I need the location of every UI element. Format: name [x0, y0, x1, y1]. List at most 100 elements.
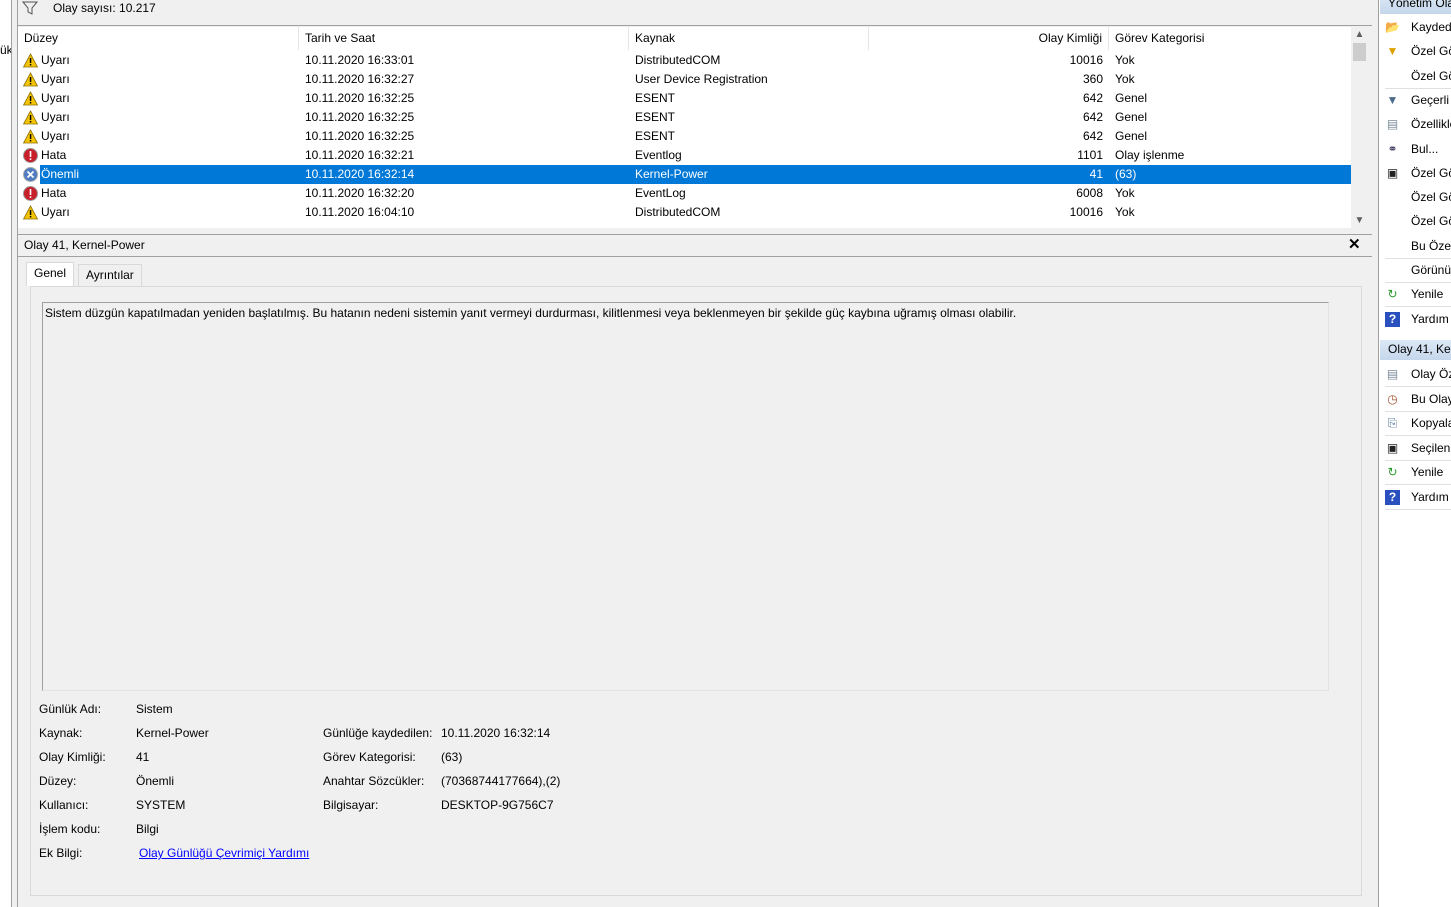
action-item[interactable]: ↻ Yenile [1379, 282, 1451, 306]
cell-task-category: Yok [1115, 53, 1135, 67]
task-clock-icon: ◷ [1387, 391, 1398, 406]
action-label: Yenile [1411, 287, 1444, 302]
action-label: Geçerli G [1411, 92, 1451, 107]
cell-source: Eventlog [635, 148, 682, 162]
action-label: Bul... [1411, 141, 1439, 156]
action-item[interactable]: ◷ Bu Olay [1379, 387, 1451, 411]
copy-icon: ⎘ [1387, 416, 1398, 430]
table-row[interactable]: Hata 10.11.2020 16:32:21 Eventlog 1101 Olay … [18, 146, 1351, 165]
table-row[interactable]: Uyarı 10.11.2020 16:32:25 ESENT 642 Genel [18, 108, 1351, 127]
table-row[interactable]: Uyarı 10.11.2020 16:33:01 DistributedCOM 10… [18, 51, 1351, 70]
cell-event-id: 10016 [1069, 53, 1103, 67]
cell-event-id: 41 [1089, 167, 1103, 181]
filter-create-icon: ▼ [1386, 44, 1399, 59]
action-item[interactable]: Bu Özel [1379, 234, 1451, 258]
open-folder-icon: 📂 [1385, 20, 1400, 34]
cell-task-category: Yok [1115, 186, 1135, 200]
action-item[interactable]: ▤ Olay Öz [1379, 362, 1451, 386]
table-row[interactable]: Önemli 10.11.2020 16:32:14 Kernel-Power 41 (… [23, 165, 1351, 184]
online-help-link[interactable]: Olay Günlüğü Çevrimiçi Yardımı [139, 846, 309, 860]
scroll-thumb[interactable] [1353, 43, 1366, 61]
action-label: Bu Özel [1411, 238, 1451, 253]
action-item[interactable]: ▼ Geçerli G [1379, 88, 1451, 112]
cell-event-id: 10016 [1069, 205, 1103, 219]
column-header-datetime[interactable]: Tarih ve Saat [299, 27, 629, 50]
field-value: SYSTEM [136, 798, 186, 812]
cell-task-category: Olay işlenme [1115, 148, 1185, 162]
cell-level: Uyarı [41, 205, 70, 219]
cell-event-id: 642 [1082, 110, 1103, 124]
action-item[interactable]: ⎘ Kopyala [1379, 411, 1451, 435]
cell-task-category: Yok [1115, 205, 1135, 219]
column-header-source[interactable]: Kaynak [629, 27, 869, 50]
cell-source: ESENT [635, 110, 676, 124]
cell-source: User Device Registration [635, 72, 768, 86]
save-icon: ▣ [1386, 165, 1399, 180]
actions-pane: Yönetim Olay 📂 Kaydedil ▼ Özel Gör Özel Gör ▼ G… [1378, 0, 1451, 907]
action-item[interactable]: 📂 Kaydedil [1379, 15, 1451, 39]
warning-icon [23, 110, 38, 125]
column-header-event-id[interactable]: Olay Kimliği [869, 27, 1109, 50]
action-label: Özel Gör [1411, 68, 1451, 83]
field-value: Sistem [136, 702, 173, 716]
table-row[interactable]: Uyarı 10.11.2020 16:32:25 ESENT 642 Genel [18, 127, 1351, 146]
tab-details[interactable]: Ayrıntılar [78, 264, 142, 286]
action-item[interactable]: ▣ Seçilen [1379, 436, 1451, 460]
cell-source: DistributedCOM [635, 205, 721, 219]
action-item[interactable]: ▣ Özel Gör [1379, 161, 1451, 185]
field-value: Bilgi [136, 822, 159, 836]
action-item[interactable]: ? Yardım [1379, 485, 1451, 509]
cell-event-id: 1101 [1077, 148, 1103, 162]
action-item[interactable]: ? Yardım [1379, 307, 1451, 331]
general-tab-panel: Sistem düzgün kapatılmadan yeniden başla… [30, 286, 1362, 896]
field-value: 41 [136, 750, 150, 764]
binoculars-icon: ⚭ [1387, 141, 1398, 156]
action-label: Özel Gör [1411, 44, 1451, 59]
action-label: Görünü [1411, 263, 1451, 277]
action-item[interactable]: Özel Gör [1379, 64, 1451, 88]
cell-level: Hata [41, 186, 67, 200]
cell-datetime: 10.11.2020 16:32:21 [305, 148, 415, 162]
action-item[interactable]: Özel Gör [1379, 185, 1451, 209]
action-label: Özel Gör [1411, 190, 1451, 205]
action-item[interactable]: Görünü [1379, 258, 1451, 282]
table-row[interactable]: Hata 10.11.2020 16:32:20 EventLog 6008 Yok [18, 184, 1351, 203]
cell-source: Kernel-Power [635, 167, 708, 181]
table-row[interactable]: Uyarı 10.11.2020 16:04:10 DistributedCOM 10… [18, 203, 1351, 222]
cell-level: Uyarı [41, 129, 70, 143]
tab-general[interactable]: Genel [26, 262, 75, 286]
action-item[interactable]: ▤ Özellikle [1379, 112, 1451, 136]
field-label: Günlük Adı: [39, 702, 102, 716]
field-label: Görev Kategorisi: [323, 750, 416, 764]
table-scrollbar[interactable]: ▲ ▼ [1351, 27, 1368, 228]
close-icon[interactable]: ✕ [1348, 235, 1361, 253]
actions-section-header[interactable]: Yönetim Olay [1380, 0, 1451, 14]
scroll-up-icon[interactable]: ▲ [1351, 29, 1368, 40]
navigation-tree-pane: ük [0, 0, 12, 907]
scroll-down-icon[interactable]: ▼ [1351, 215, 1368, 226]
action-label: Yenile [1411, 465, 1444, 479]
refresh-icon: ↻ [1387, 465, 1398, 479]
refresh-icon: ↻ [1387, 287, 1398, 302]
cell-datetime: 10.11.2020 16:32:14 [305, 167, 415, 181]
action-item[interactable]: ▼ Özel Gör [1379, 39, 1451, 63]
field-label: Kullanıcı: [39, 798, 89, 812]
table-row[interactable]: Uyarı 10.11.2020 16:32:25 ESENT 642 Genel [18, 89, 1351, 108]
warning-icon [23, 91, 38, 106]
cell-event-id: 360 [1082, 72, 1103, 86]
cell-event-id: 642 [1082, 91, 1103, 105]
warning-icon [23, 53, 38, 68]
table-row[interactable]: Uyarı 10.11.2020 16:32:27 User Device Regi… [18, 70, 1351, 89]
tree-item-text[interactable]: ük [0, 43, 11, 57]
cell-source: EventLog [635, 186, 686, 200]
action-label: Yardım [1411, 311, 1449, 326]
action-item[interactable]: Özel Gör [1379, 209, 1451, 233]
action-item[interactable]: ↻ Yenile [1379, 460, 1451, 484]
event-description[interactable]: Sistem düzgün kapatılmadan yeniden başla… [42, 302, 1329, 691]
column-header-task-category[interactable]: Görev Kategorisi [1109, 27, 1351, 50]
cell-task-category: Genel [1115, 91, 1148, 105]
column-header-level[interactable]: Düzey [18, 27, 299, 50]
field-label: Günlüğe kaydedilen: [323, 726, 433, 740]
actions-section-header[interactable]: Olay 41, Kern [1380, 340, 1451, 360]
action-item[interactable]: ⚭ Bul... [1379, 137, 1451, 161]
